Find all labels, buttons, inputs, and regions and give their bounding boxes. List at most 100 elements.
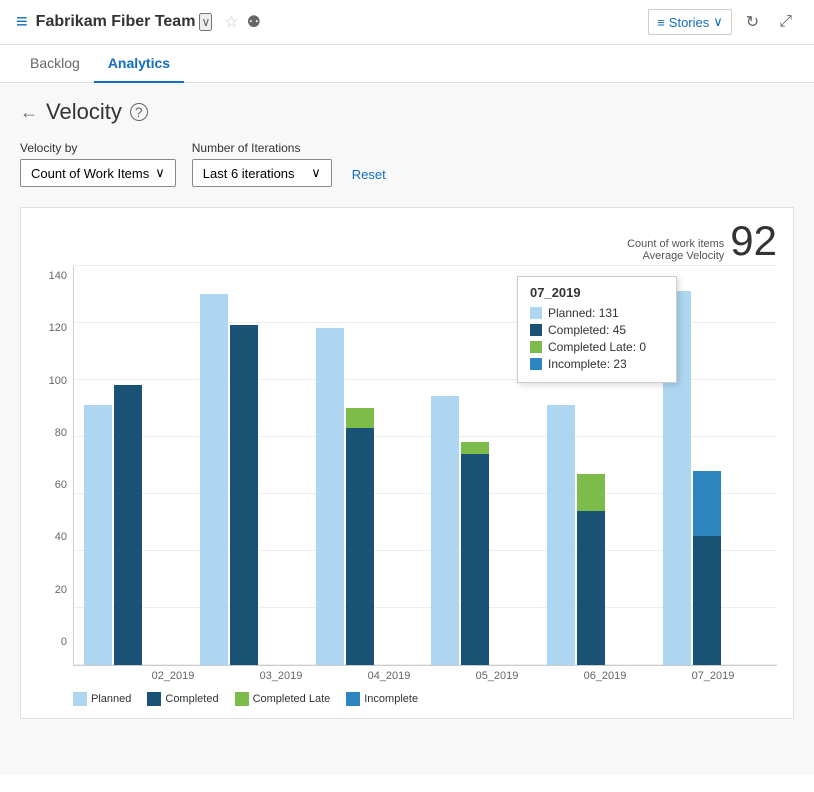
bar-group[interactable] xyxy=(547,405,651,665)
x-axis-label: 03_2019 xyxy=(227,666,335,682)
velocity-by-group: Velocity by Count of Work Items ∨ xyxy=(20,141,176,187)
bar-group[interactable] xyxy=(200,294,304,665)
bar-group[interactable] xyxy=(84,385,188,665)
iterations-group: Number of Iterations Last 6 iterations ∨ xyxy=(192,141,332,187)
tooltip-color-dot xyxy=(530,341,542,353)
legend: Planned Completed Completed Late Incomplete xyxy=(73,692,777,706)
iterations-value: Last 6 iterations xyxy=(203,166,295,181)
legend-label-completedlate: Completed Late xyxy=(253,693,331,705)
legend-label-completed: Completed xyxy=(165,693,218,705)
x-axis-label: 06_2019 xyxy=(551,666,659,682)
bar-completed[interactable] xyxy=(230,325,258,665)
bar-completed[interactable] xyxy=(114,385,142,665)
tooltip-row: Incomplete: 23 xyxy=(530,357,664,371)
nav-tabs: Backlog Analytics xyxy=(0,45,814,83)
bar-planned[interactable] xyxy=(316,328,344,665)
tooltip-row: Planned: 131 xyxy=(530,306,664,320)
legend-item-planned: Planned xyxy=(73,692,131,706)
iterations-dropdown[interactable]: Last 6 iterations ∨ xyxy=(192,159,332,187)
legend-item-completed: Completed xyxy=(147,692,218,706)
bar-incomplete[interactable] xyxy=(693,471,721,537)
legend-color-completed xyxy=(147,692,161,706)
tab-backlog[interactable]: Backlog xyxy=(16,45,94,83)
tooltip-title: 07_2019 xyxy=(530,285,664,300)
stories-icon: ≡ xyxy=(657,15,665,30)
bar-group[interactable] xyxy=(663,291,767,665)
favorite-icon[interactable]: ☆ xyxy=(224,12,238,32)
back-button[interactable]: ← xyxy=(20,102,38,123)
bar-group[interactable] xyxy=(316,328,420,665)
legend-label-incomplete: Incomplete xyxy=(364,693,418,705)
chart-inner: 07_2019 Planned: 131 Completed: 45 Complete… xyxy=(73,266,777,682)
chart-meta-labels: Count of work items Average Velocity xyxy=(627,238,724,262)
velocity-by-chevron-icon: ∨ xyxy=(155,165,165,181)
velocity-by-dropdown[interactable]: Count of Work Items ∨ xyxy=(20,159,176,187)
stories-label: Stories xyxy=(669,15,709,30)
y-axis-label: 140 xyxy=(37,270,67,282)
bar-stack xyxy=(577,474,605,665)
help-icon[interactable]: ? xyxy=(130,103,148,121)
expand-button[interactable]: ⤢ xyxy=(773,9,798,35)
page-content: ← Velocity ? Velocity by Count of Work I… xyxy=(0,83,814,775)
chart-meta: Count of work items Average Velocity 92 xyxy=(37,220,777,262)
bar-planned[interactable] xyxy=(200,294,228,665)
bar-completedlate[interactable] xyxy=(461,442,489,453)
x-axis-label: 05_2019 xyxy=(443,666,551,682)
legend-label-planned: Planned xyxy=(91,693,131,705)
bar-completed[interactable] xyxy=(346,428,374,665)
chart-average-velocity: 92 xyxy=(730,220,777,262)
stories-button[interactable]: ≡ Stories ∨ xyxy=(648,9,732,35)
chart-wrapper: 020406080100120140 07_2019Planned: 131Co… xyxy=(37,266,777,682)
legend-color-planned xyxy=(73,692,87,706)
y-axis-label: 120 xyxy=(37,322,67,334)
bar-group[interactable] xyxy=(431,396,535,665)
bar-planned[interactable] xyxy=(431,396,459,665)
y-axis-label: 60 xyxy=(37,479,67,491)
bar-completed[interactable] xyxy=(577,511,605,665)
velocity-by-value: Count of Work Items xyxy=(31,166,149,181)
bar-completedlate[interactable] xyxy=(577,474,605,511)
tooltip-color-dot xyxy=(530,324,542,336)
page-header: ← Velocity ? xyxy=(20,99,794,125)
tooltip-row-text: Incomplete: 23 xyxy=(548,357,627,371)
y-axis-label: 80 xyxy=(37,427,67,439)
tooltip-row-text: Planned: 131 xyxy=(548,306,619,320)
app-header: ≡ Fabrikam Fiber Team ∨ ☆ ⚉ ≡ Stories ∨ … xyxy=(0,0,814,45)
legend-color-completedlate xyxy=(235,692,249,706)
legend-item-incomplete: Incomplete xyxy=(346,692,418,706)
x-axis-label: 04_2019 xyxy=(335,666,443,682)
tooltip-color-dot xyxy=(530,358,542,370)
y-axis-label: 100 xyxy=(37,375,67,387)
stories-chevron-icon: ∨ xyxy=(713,14,723,30)
bar-stack xyxy=(693,471,721,665)
team-chevron-button[interactable]: ∨ xyxy=(199,13,212,31)
bar-completed[interactable] xyxy=(693,536,721,665)
team-icon[interactable]: ⚉ xyxy=(247,12,261,32)
y-axis: 020406080100120140 xyxy=(37,266,73,652)
tooltip-row: Completed Late: 0 xyxy=(530,340,664,354)
header-actions: ≡ Stories ∨ ↻ ⤢ xyxy=(648,8,798,36)
chart-area: Count of work items Average Velocity 92 … xyxy=(20,207,794,719)
refresh-button[interactable]: ↻ xyxy=(740,8,765,36)
tab-analytics[interactable]: Analytics xyxy=(94,45,184,83)
bar-stack xyxy=(346,408,374,665)
grid-line xyxy=(74,265,777,266)
tooltip-row-text: Completed Late: 0 xyxy=(548,340,646,354)
app-icon: ≡ xyxy=(16,11,28,34)
x-axis-label: 07_2019 xyxy=(659,666,767,682)
bars-container: 07_2019 Planned: 131 Completed: 45 Complete… xyxy=(73,266,777,666)
tooltip-row-text: Completed: 45 xyxy=(548,323,626,337)
x-labels: 02_201903_201904_201905_201906_201907_20… xyxy=(109,666,777,682)
chart-meta-label1: Count of work items xyxy=(627,238,724,250)
reset-button[interactable]: Reset xyxy=(348,162,390,187)
iterations-chevron-icon: ∨ xyxy=(311,165,321,181)
bar-completedlate[interactable] xyxy=(346,408,374,428)
bar-planned[interactable] xyxy=(84,405,112,665)
tooltip-color-dot xyxy=(530,307,542,319)
y-axis-label: 0 xyxy=(37,636,67,648)
legend-item-completedlate: Completed Late xyxy=(235,692,331,706)
bar-completed[interactable] xyxy=(461,454,489,665)
bar-stack xyxy=(230,325,258,665)
bar-planned[interactable] xyxy=(547,405,575,665)
bar-stack xyxy=(461,442,489,665)
